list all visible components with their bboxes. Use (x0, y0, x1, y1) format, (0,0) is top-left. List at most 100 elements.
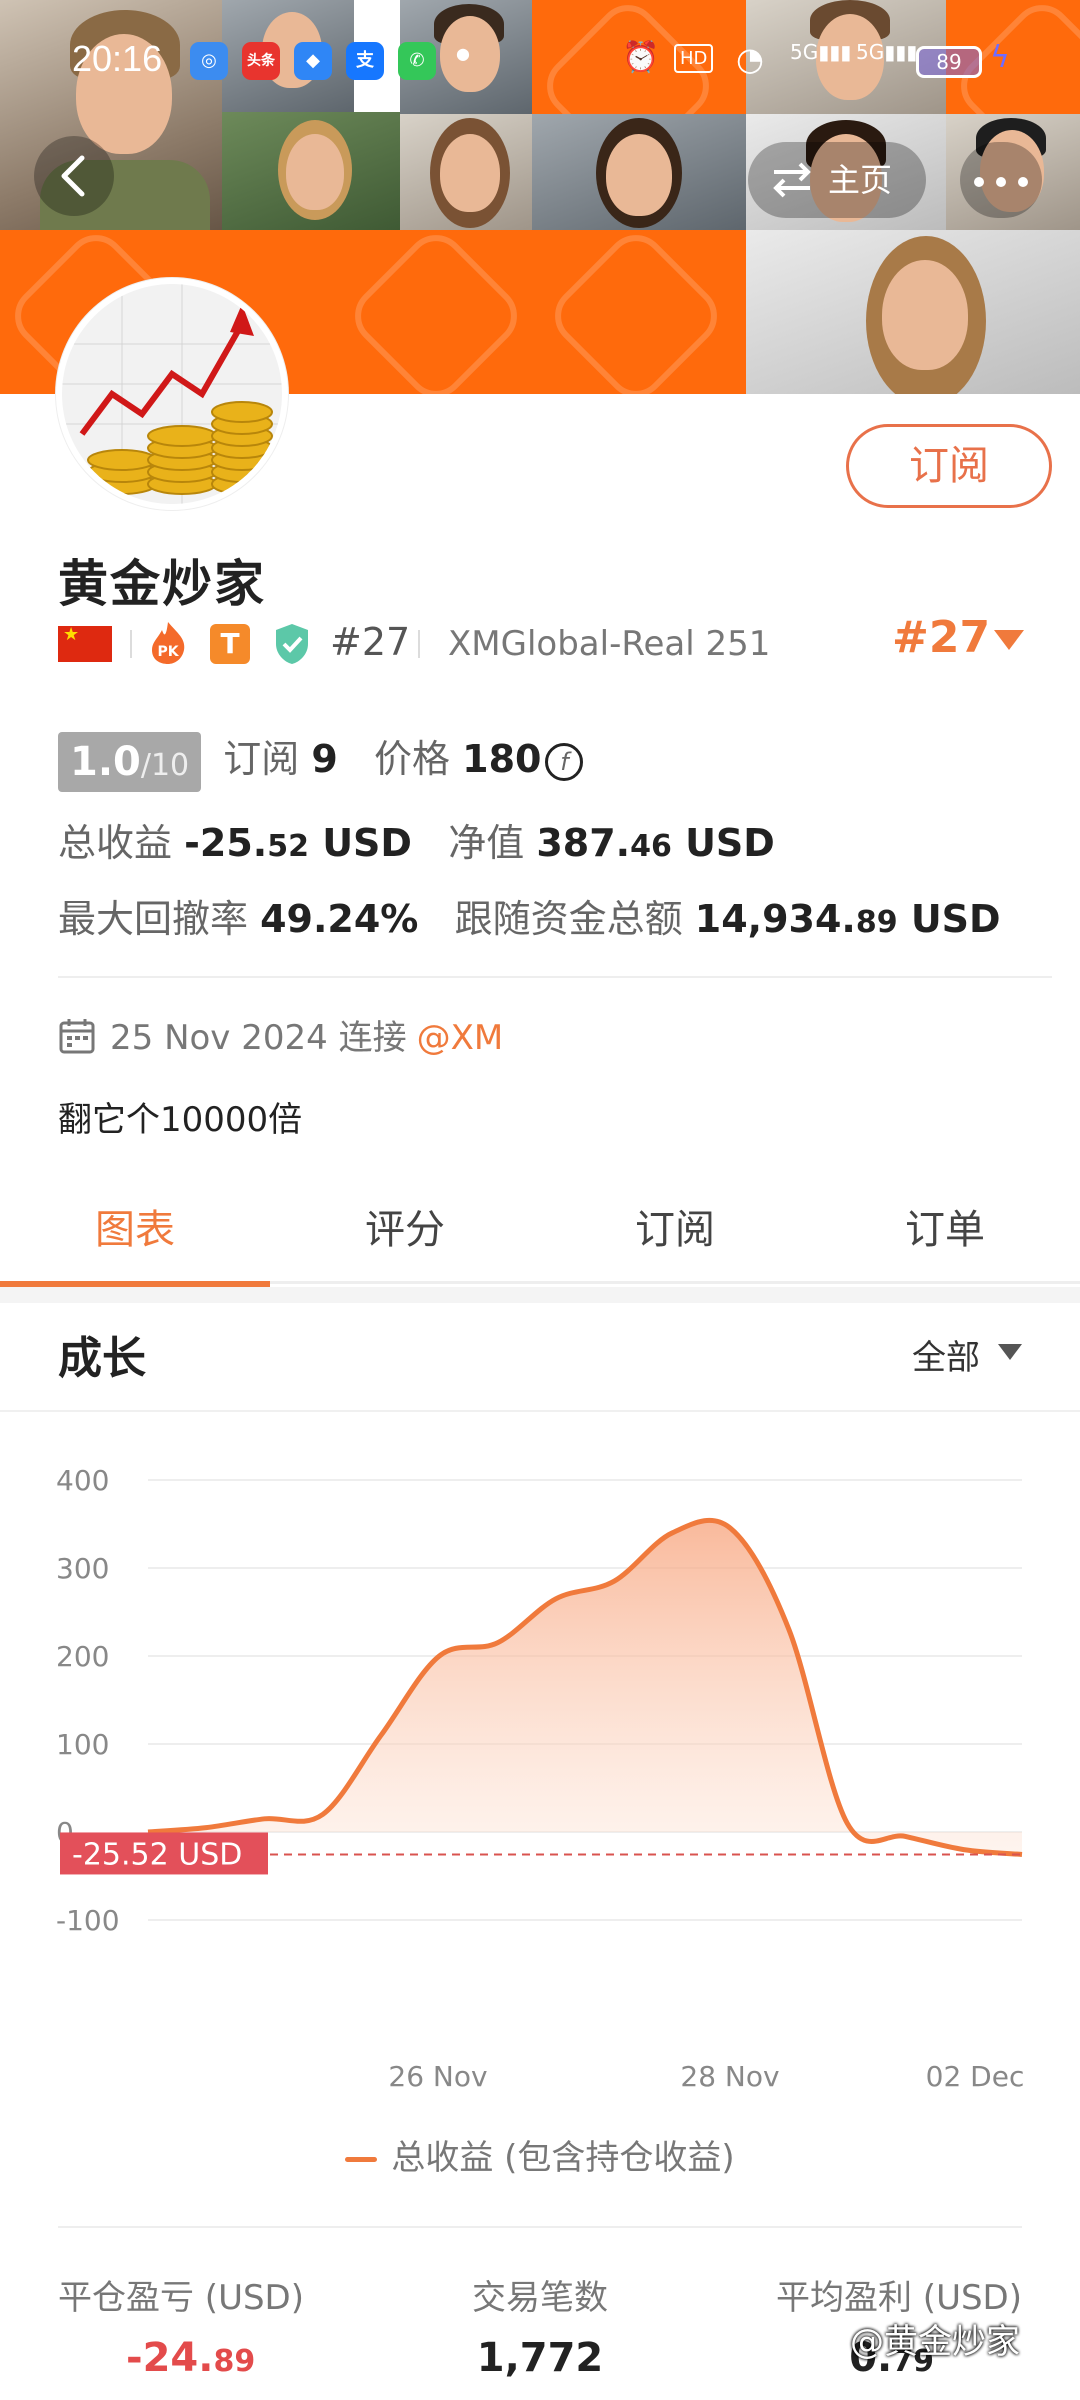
watermark: @黄金炒家 (850, 2322, 1020, 2362)
divider (418, 630, 420, 658)
rating-denominator: /10 (140, 747, 190, 783)
connection-date: 25 Nov 2024 (110, 1018, 328, 1058)
divider (58, 976, 1052, 978)
status-bar: 20:16 ◎ 头条 ◆ 支 ✆ ● ⏰ HD ◔ 5G▮▮▮ 5G▮▮▮ 89… (0, 30, 1080, 90)
rating-value: 1.0 (70, 738, 141, 785)
trader-badges: PK T #27 XMGlobal-Real 251 #27 (58, 612, 1038, 668)
connection-info: 25 Nov 2024 连接 @XM (58, 1010, 503, 1059)
broker-link[interactable]: @XM (417, 1018, 504, 1058)
x-tick-label: 02 Dec (926, 2060, 1025, 2093)
summary-value-main: -24. (126, 2335, 214, 2381)
equity-unit: USD (685, 821, 775, 865)
chevron-down-icon[interactable] (998, 1344, 1022, 1360)
verified-shield-icon (276, 624, 308, 664)
trader-name: 黄金炒家 (58, 555, 266, 613)
more-dots-icon (974, 177, 984, 187)
y-tick-label: 200 (56, 1640, 109, 1673)
summary-value-main: 1,772 (476, 2335, 604, 2381)
time-range-select[interactable]: 全部 (912, 1330, 980, 1379)
growth-section-title: 成长 (58, 1333, 146, 1384)
summary-trade-count: 交易笔数 1,772 (390, 2270, 690, 2381)
banner-photo (400, 114, 532, 230)
coin-icon: f (545, 742, 584, 781)
follow-funds-unit: USD (910, 897, 1001, 941)
stats-row-profit: 总收益 -25.52 USD 净值 387.46 USD (58, 812, 775, 867)
section-separator (0, 1287, 1080, 1303)
y-tick-label: -100 (56, 1904, 120, 1937)
battery-indicator: 89 (916, 46, 982, 78)
divider (130, 630, 132, 658)
chart-x-axis: 26 Nov 28 Nov 02 Dec (388, 2060, 1024, 2093)
calendar-icon (59, 1018, 95, 1053)
pk-badge-label: PK (157, 644, 179, 660)
follow-funds-label: 跟随资金总额 (454, 897, 683, 941)
summary-value-decimals: 89 (213, 2344, 256, 2379)
total-profit-value: -25. (184, 821, 268, 865)
summary-label: 平仓盈亏 (USD) (58, 2278, 304, 2318)
legend-label: 总收益 (包含持仓收益) (391, 2138, 735, 2178)
divider (58, 2226, 1022, 2228)
charging-icon: ϟ (990, 40, 1010, 75)
rank-dropdown[interactable]: #27 (892, 612, 990, 663)
y-tick-label: 300 (56, 1552, 109, 1585)
tab-subscriptions[interactable]: 订阅 (540, 1160, 810, 1284)
subscribers-count: 9 (311, 737, 338, 781)
signal-icon: 5G▮▮▮ (790, 40, 852, 64)
t-badge: T (210, 624, 250, 664)
toutiao-app-icon: 头条 (242, 42, 280, 80)
status-time: 20:16 (72, 38, 163, 79)
more-notifications-dot: ● (456, 44, 470, 63)
banner-photo (222, 112, 400, 230)
price-label: 价格 (374, 737, 451, 781)
growth-chart[interactable]: 4003002001000-100 26 Nov28 Nov02 Dec -25… (0, 1440, 1080, 2100)
caret-down-icon[interactable] (994, 630, 1024, 650)
rating-badge: 1.0/10 (58, 731, 202, 792)
summary-label: 平均盈利 (USD) (776, 2278, 1022, 2318)
subscribers-label: 订阅 (223, 737, 300, 781)
switch-icon (773, 162, 811, 198)
drawdown-label: 最大回撤率 (58, 897, 249, 941)
banner-photo (746, 230, 1080, 394)
hd-icon: HD (674, 44, 714, 73)
summary-label: 交易笔数 (472, 2278, 608, 2318)
more-dots-icon (996, 177, 1006, 187)
chart-area-fill (148, 1520, 1022, 1855)
trader-avatar[interactable] (56, 278, 288, 510)
wifi-icon: ◔ (736, 40, 764, 78)
more-options-button[interactable] (960, 142, 1042, 218)
alarm-icon: ⏰ (622, 40, 660, 75)
gold-chart-avatar-image (62, 284, 282, 504)
legend-swatch (345, 2157, 378, 2162)
follow-funds-decimals: 89 (855, 905, 898, 940)
stats-row-rating: 1.0/10 订阅 9 价格 180 f (58, 728, 584, 792)
tab-chart[interactable]: 图表 (0, 1160, 270, 1287)
equity-decimals: 46 (630, 829, 672, 864)
y-tick-label: 400 (56, 1464, 109, 1497)
stats-row-drawdown: 最大回撤率 49.24% 跟随资金总额 14,934.89 USD (58, 888, 1001, 943)
equity-label: 净值 (448, 821, 525, 865)
tab-orders[interactable]: 订单 (810, 1160, 1080, 1284)
pk-fire-icon: PK (152, 622, 185, 664)
current-value-label: -25.52 USD (72, 1837, 242, 1872)
more-dots-icon (1018, 177, 1028, 187)
x-tick-label: 26 Nov (388, 2060, 487, 2093)
notes-app-icon: ◆ (294, 42, 332, 80)
phone-app-icon: ✆ (398, 42, 436, 80)
back-button[interactable] (34, 136, 114, 216)
trader-bio: 翻它个10000倍 (58, 1100, 303, 1140)
x-tick-label: 28 Nov (680, 2060, 779, 2093)
connection-text: 连接 (338, 1018, 407, 1058)
home-button[interactable]: 主页 (748, 142, 926, 218)
divider (0, 1410, 1080, 1412)
signal-icon: 5G▮▮▮ (856, 40, 918, 64)
tab-rating[interactable]: 评分 (270, 1160, 540, 1284)
summary-closed-pnl: 平仓盈亏 (USD) -24.89 (58, 2270, 358, 2381)
total-profit-label: 总收益 (58, 821, 173, 865)
chart-legend[interactable]: 总收益 (包含持仓收益) (0, 2130, 1080, 2179)
subscribe-button[interactable]: 订阅 (846, 424, 1052, 508)
china-flag-icon (58, 624, 112, 662)
home-button-label: 主页 (828, 161, 893, 199)
summary-value: 1,772 (390, 2335, 690, 2381)
banner-tile (340, 230, 540, 394)
banner-tile (540, 230, 746, 394)
